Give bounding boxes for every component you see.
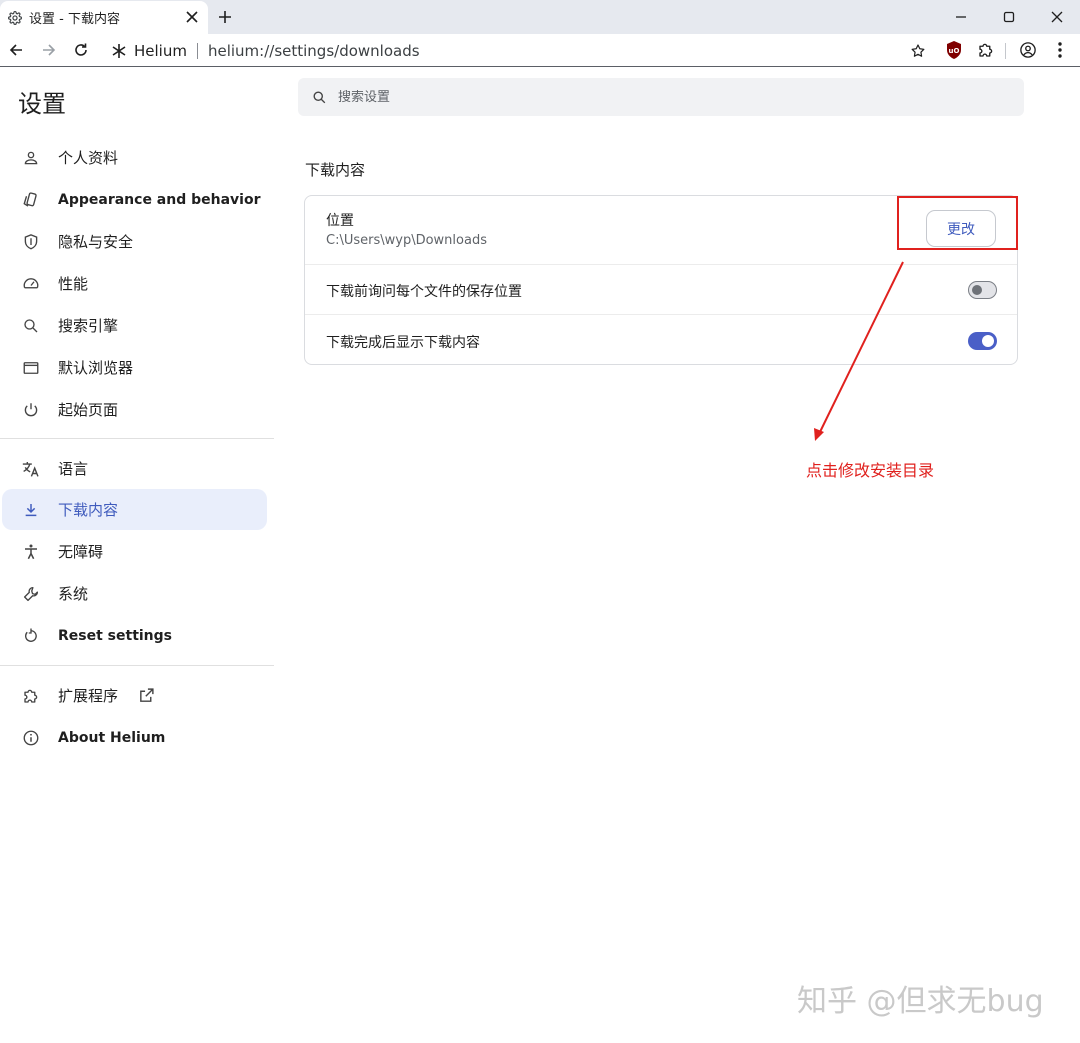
watermark-text: 知乎 @但求无bug [797,984,1044,1019]
annotation-text: 点击修改安装目录 [806,461,935,480]
annotation-arrow [814,261,904,441]
